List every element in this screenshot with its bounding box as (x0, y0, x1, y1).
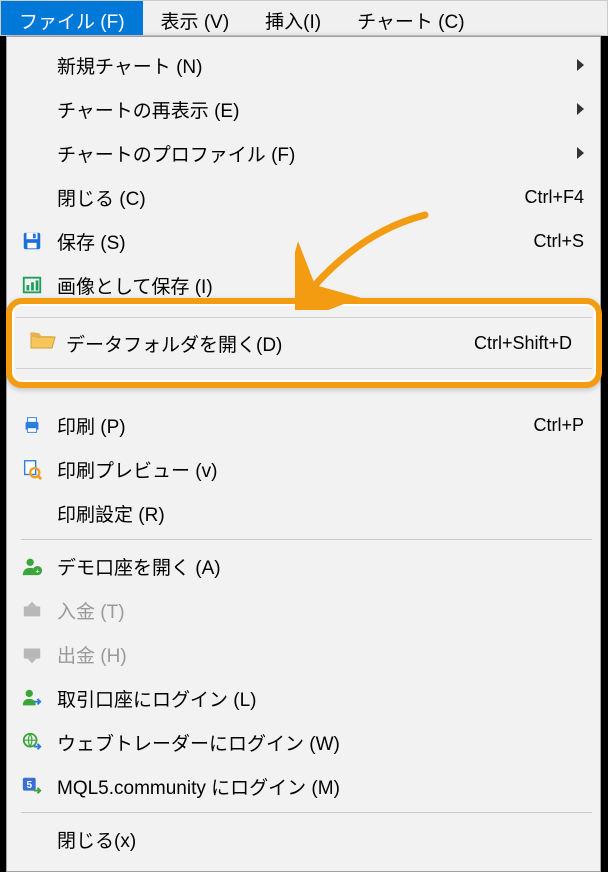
menu-reshow-chart[interactable]: チャートの再表示 (E) (9, 87, 598, 131)
svg-text:5: 5 (26, 780, 32, 791)
menu-save[interactable]: 保存 (S) Ctrl+S (9, 219, 598, 263)
menu-open-demo-account[interactable]: + デモ口座を開く (A) (9, 544, 598, 588)
menu-label: チャートのプロファイル (F) (57, 140, 569, 167)
menu-print-setup[interactable]: 印刷設定 (R) (9, 491, 598, 535)
menu-shortcut: Ctrl+Shift+D (474, 333, 572, 354)
menu-label: 入金 (T) (57, 597, 584, 624)
menu-login-mql5[interactable]: 5 MQL5.community にログイン (M) (9, 764, 598, 808)
submenu-arrow-icon (577, 59, 584, 71)
menu-chart-profile[interactable]: チャートのプロファイル (F) (9, 131, 598, 175)
svg-text:+: + (35, 566, 39, 575)
menu-label: 取引口座にログイン (L) (57, 685, 584, 712)
menu-login-trade-account[interactable]: 取引口座にログイン (L) (9, 676, 598, 720)
user-add-icon: + (15, 552, 49, 580)
menu-label: 閉じる(x) (57, 826, 584, 853)
menu-shortcut: Ctrl+S (533, 231, 584, 252)
menu-login-webtrader[interactable]: ウェブトレーダーにログイン (W) (9, 720, 598, 764)
menu-separator (21, 812, 592, 813)
menu-open-data-folder[interactable]: データフォルダを開く(D) Ctrl+Shift+D (16, 317, 592, 369)
menu-label: 印刷プレビュー (v) (57, 456, 584, 483)
menu-label: 出金 (H) (57, 641, 584, 668)
folder-open-icon (30, 329, 56, 357)
submenu-arrow-icon (577, 103, 584, 115)
print-icon (15, 411, 49, 439)
menu-close[interactable]: 閉じる (C) Ctrl+F4 (9, 175, 598, 219)
submenu-arrow-icon (577, 147, 584, 159)
menu-shortcut: Ctrl+P (533, 415, 584, 436)
menu-label: MQL5.community にログイン (M) (57, 773, 584, 800)
menu-separator (21, 539, 592, 540)
menu-label: 印刷 (P) (57, 412, 533, 439)
withdraw-icon (15, 640, 49, 668)
menu-label: 新規チャート (N) (57, 52, 569, 79)
menu-label: チャートの再表示 (E) (57, 96, 569, 123)
menu-label: データフォルダを開く(D) (66, 330, 474, 357)
menu-print-preview[interactable]: 印刷プレビュー (v) (9, 447, 598, 491)
menu-label: 印刷設定 (R) (57, 500, 584, 527)
mql5-icon: 5 (15, 772, 49, 800)
menubar: ファイル (F) 表示 (V) 挿入(I) チャート (C) (0, 0, 608, 36)
menu-label: デモ口座を開く (A) (57, 553, 584, 580)
menubar-file[interactable]: ファイル (F) (1, 1, 143, 35)
menu-print[interactable]: 印刷 (P) Ctrl+P (9, 403, 598, 447)
menubar-chart[interactable]: チャート (C) (339, 1, 482, 35)
image-icon (15, 271, 49, 299)
menu-withdraw: 出金 (H) (9, 632, 598, 676)
annotation-highlight-frame: データフォルダを開く(D) Ctrl+Shift+D (6, 298, 602, 388)
menu-new-chart[interactable]: 新規チャート (N) (9, 43, 598, 87)
file-menu-dropdown: 新規チャート (N) チャートの再表示 (E) チャートのプロファイル (F) … (6, 36, 601, 872)
menu-deposit: 入金 (T) (9, 588, 598, 632)
menu-label: 閉じる (C) (57, 184, 524, 211)
menu-label: ウェブトレーダーにログイン (W) (57, 729, 584, 756)
print-preview-icon (15, 455, 49, 483)
menu-shortcut: Ctrl+F4 (524, 187, 584, 208)
save-icon (15, 227, 49, 255)
deposit-icon (15, 596, 49, 624)
menu-label: 画像として保存 (I) (57, 272, 584, 299)
menu-label: 保存 (S) (57, 228, 533, 255)
menu-close-app[interactable]: 閉じる(x) (9, 817, 598, 861)
menubar-view[interactable]: 表示 (V) (143, 1, 248, 35)
login-icon (15, 684, 49, 712)
web-login-icon (15, 728, 49, 756)
menubar-insert[interactable]: 挿入(I) (247, 1, 339, 35)
